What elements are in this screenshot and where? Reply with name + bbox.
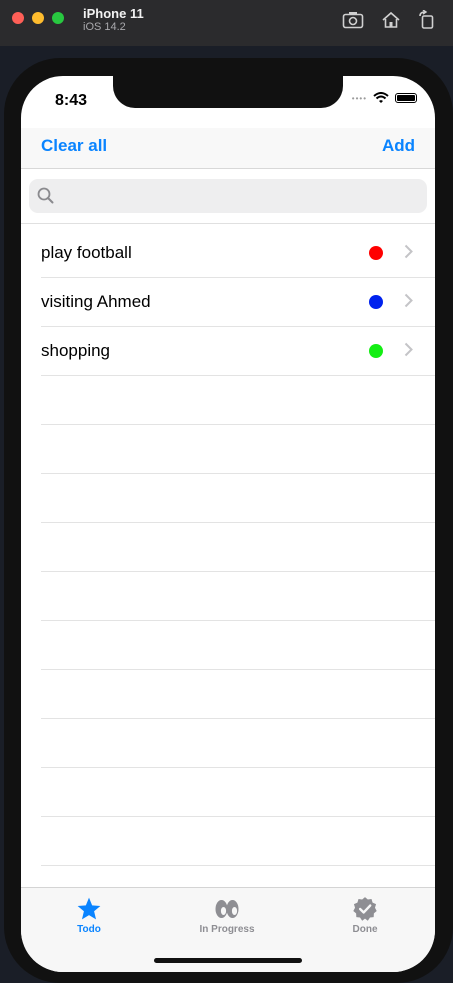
simulator-title-bar: iPhone 11 iOS 14.2 bbox=[0, 0, 453, 46]
tab-label: Done bbox=[352, 924, 378, 935]
empty-list-row bbox=[41, 474, 435, 523]
task-color-dot bbox=[369, 344, 383, 358]
eyes-icon bbox=[215, 900, 239, 918]
cellular-signal-icon: •••• bbox=[351, 93, 367, 103]
chevron-right-icon bbox=[404, 244, 413, 259]
phone-screen: 8:43 •••• Clear all Add play football vi… bbox=[21, 76, 435, 972]
empty-list-row bbox=[41, 376, 435, 425]
status-icons: •••• bbox=[352, 92, 417, 104]
rotate-button[interactable] bbox=[414, 9, 440, 31]
empty-list-row bbox=[41, 817, 435, 866]
task-label: visiting Ahmed bbox=[41, 292, 151, 311]
tab-in-progress[interactable]: In Progress bbox=[177, 896, 277, 935]
verified-badge-icon bbox=[353, 897, 377, 921]
tab-bar: Todo In Progress Done bbox=[21, 887, 435, 972]
status-time: 8:43 bbox=[55, 92, 88, 109]
navigation-bar: Clear all Add bbox=[21, 128, 435, 169]
empty-list-row bbox=[41, 621, 435, 670]
tab-label: Todo bbox=[77, 924, 101, 935]
task-row[interactable]: visiting Ahmed bbox=[41, 278, 435, 327]
task-row[interactable]: shopping bbox=[41, 327, 435, 376]
search-bar[interactable] bbox=[29, 179, 427, 213]
device-name: iPhone 11 bbox=[83, 6, 144, 21]
task-label: play football bbox=[41, 243, 132, 262]
chevron-right-icon bbox=[404, 293, 413, 308]
tab-label: In Progress bbox=[199, 924, 255, 935]
search-input[interactable] bbox=[59, 185, 413, 209]
home-icon bbox=[382, 11, 400, 28]
search-section bbox=[21, 169, 435, 224]
notch bbox=[113, 76, 343, 108]
task-color-dot bbox=[369, 246, 383, 260]
wifi-icon bbox=[373, 92, 389, 103]
home-indicator bbox=[154, 958, 302, 963]
task-list: play football visiting Ahmed shopping bbox=[21, 229, 435, 915]
window-minimize-button[interactable] bbox=[32, 12, 44, 24]
screenshot-button[interactable] bbox=[340, 9, 366, 31]
window-close-button[interactable] bbox=[12, 12, 24, 24]
chevron-right-icon bbox=[404, 342, 413, 357]
tab-done[interactable]: Done bbox=[315, 896, 415, 935]
window-zoom-button[interactable] bbox=[52, 12, 64, 24]
add-button[interactable]: Add bbox=[382, 136, 415, 156]
home-button[interactable] bbox=[378, 9, 404, 31]
clear-all-button[interactable]: Clear all bbox=[41, 136, 107, 156]
task-row[interactable]: play football bbox=[41, 229, 435, 278]
battery-icon bbox=[395, 93, 417, 103]
empty-list-row bbox=[41, 523, 435, 572]
tab-todo[interactable]: Todo bbox=[39, 896, 139, 935]
rotate-icon bbox=[419, 10, 434, 29]
task-label: shopping bbox=[41, 341, 111, 360]
empty-list-row bbox=[41, 719, 435, 768]
star-icon bbox=[77, 897, 101, 920]
empty-list-row bbox=[41, 425, 435, 474]
search-icon bbox=[37, 187, 54, 204]
empty-list-row bbox=[41, 768, 435, 817]
os-version: iOS 14.2 bbox=[83, 21, 126, 33]
empty-list-row bbox=[41, 572, 435, 621]
screenshot-icon bbox=[342, 12, 364, 29]
empty-list-row bbox=[41, 670, 435, 719]
task-color-dot bbox=[369, 295, 383, 309]
